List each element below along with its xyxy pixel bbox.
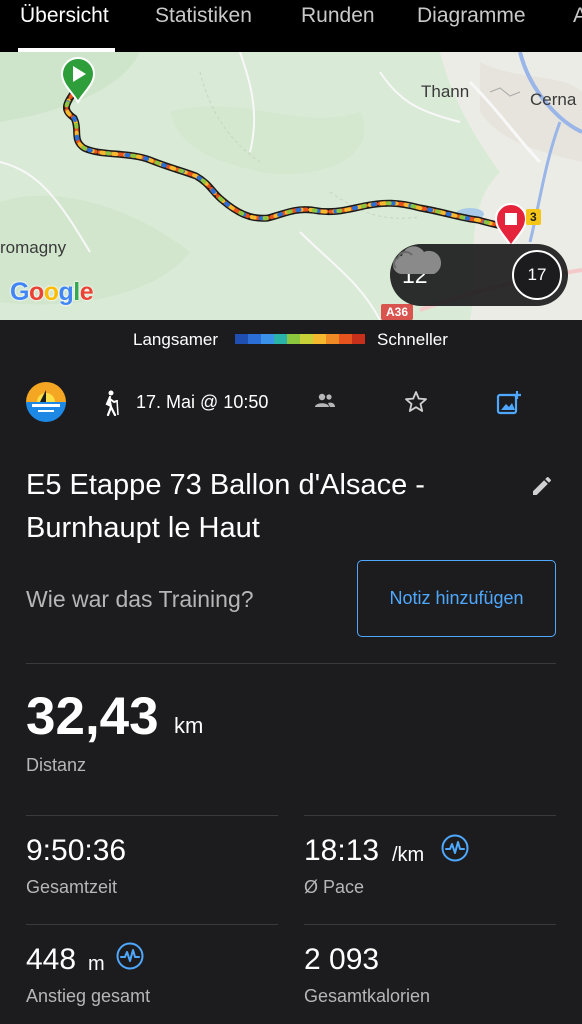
sunset-logo-icon[interactable] (26, 382, 66, 422)
speed-color-scale (235, 334, 365, 344)
road-a36-badge: A36 (381, 304, 414, 320)
calories-value: 2 093 (304, 943, 380, 976)
divider (304, 924, 556, 925)
ascent-label: Anstieg gesamt (26, 986, 151, 1006)
wind-speed-badge: 17 (512, 250, 562, 300)
cloud-icon (393, 246, 442, 274)
speed-scale-segment (313, 334, 326, 344)
training-feedback-prompt: Wie war das Training? (26, 586, 254, 612)
activity-date: 17. Mai @ 10:50 (136, 392, 269, 412)
calories-label: Gesamtkalorien (304, 986, 431, 1006)
tab-laps[interactable]: Runden (301, 4, 375, 28)
edit-pencil-icon[interactable] (530, 474, 554, 498)
legend-fast-label: Schneller (377, 330, 448, 349)
speed-legend: Langsamer Schneller (0, 320, 582, 360)
add-note-button[interactable]: Notiz hinzufügen (357, 560, 556, 637)
speed-scale-segment (287, 334, 300, 344)
hiking-icon (105, 390, 119, 416)
speed-scale-segment (261, 334, 274, 344)
map-label-thann: Thann (421, 82, 470, 101)
route-map[interactable]: Thann Cerna romagny 3 A36 Google 12° 17 (0, 52, 582, 320)
distance-value: 32,43 (26, 687, 159, 746)
tab-overview[interactable]: Übersicht (20, 4, 109, 28)
speed-scale-segment (235, 334, 248, 344)
speed-scale-segment (248, 334, 261, 344)
ascent-unit: m (88, 953, 105, 975)
tab-bar: Übersicht Statistiken Runden Diagramme A (0, 0, 582, 52)
map-label-giromagny: romagny (0, 238, 67, 257)
speed-scale-segment (300, 334, 313, 344)
map-label-cernay: Cerna (530, 90, 577, 109)
finish-marker-icon[interactable] (494, 202, 528, 248)
divider (26, 663, 556, 664)
pace-unit: /km (392, 844, 425, 866)
pace-value: 18:13 (304, 834, 380, 867)
total-time-value: 9:50:36 (26, 834, 127, 867)
star-icon[interactable] (404, 390, 428, 414)
distance-unit: km (174, 713, 204, 738)
legend-slow-label: Langsamer (133, 330, 219, 349)
weather-chip[interactable]: 12° 17 (390, 244, 568, 306)
pace-label: Ø Pace (304, 877, 365, 897)
divider (26, 924, 278, 925)
tab-more[interactable]: A (573, 4, 582, 28)
divider (304, 815, 556, 816)
ascent-value: 448 (26, 943, 77, 976)
add-photo-icon[interactable] (496, 390, 522, 416)
activity-info-row: 17. Mai @ 10:50 (0, 380, 582, 426)
tab-statistics[interactable]: Statistiken (155, 4, 252, 28)
speed-scale-segment (339, 334, 352, 344)
pulse-chart-icon[interactable] (116, 942, 144, 970)
distance-label: Distanz (26, 755, 87, 775)
speed-scale-segment (274, 334, 287, 344)
speed-scale-segment (352, 334, 365, 344)
total-time-label: Gesamtzeit (26, 877, 118, 897)
activity-title: E5 Etappe 73 Ballon d'Alsace - Burnhaupt… (26, 469, 425, 544)
google-logo: Google (10, 278, 94, 306)
start-marker-icon[interactable] (60, 56, 96, 104)
tab-charts[interactable]: Diagramme (417, 4, 526, 28)
road-badge: 3 (526, 209, 541, 225)
pulse-chart-icon[interactable] (441, 834, 469, 862)
speed-scale-segment (326, 334, 339, 344)
wind-speed-value: 17 (527, 265, 547, 284)
divider (26, 815, 278, 816)
people-icon[interactable] (314, 392, 336, 410)
